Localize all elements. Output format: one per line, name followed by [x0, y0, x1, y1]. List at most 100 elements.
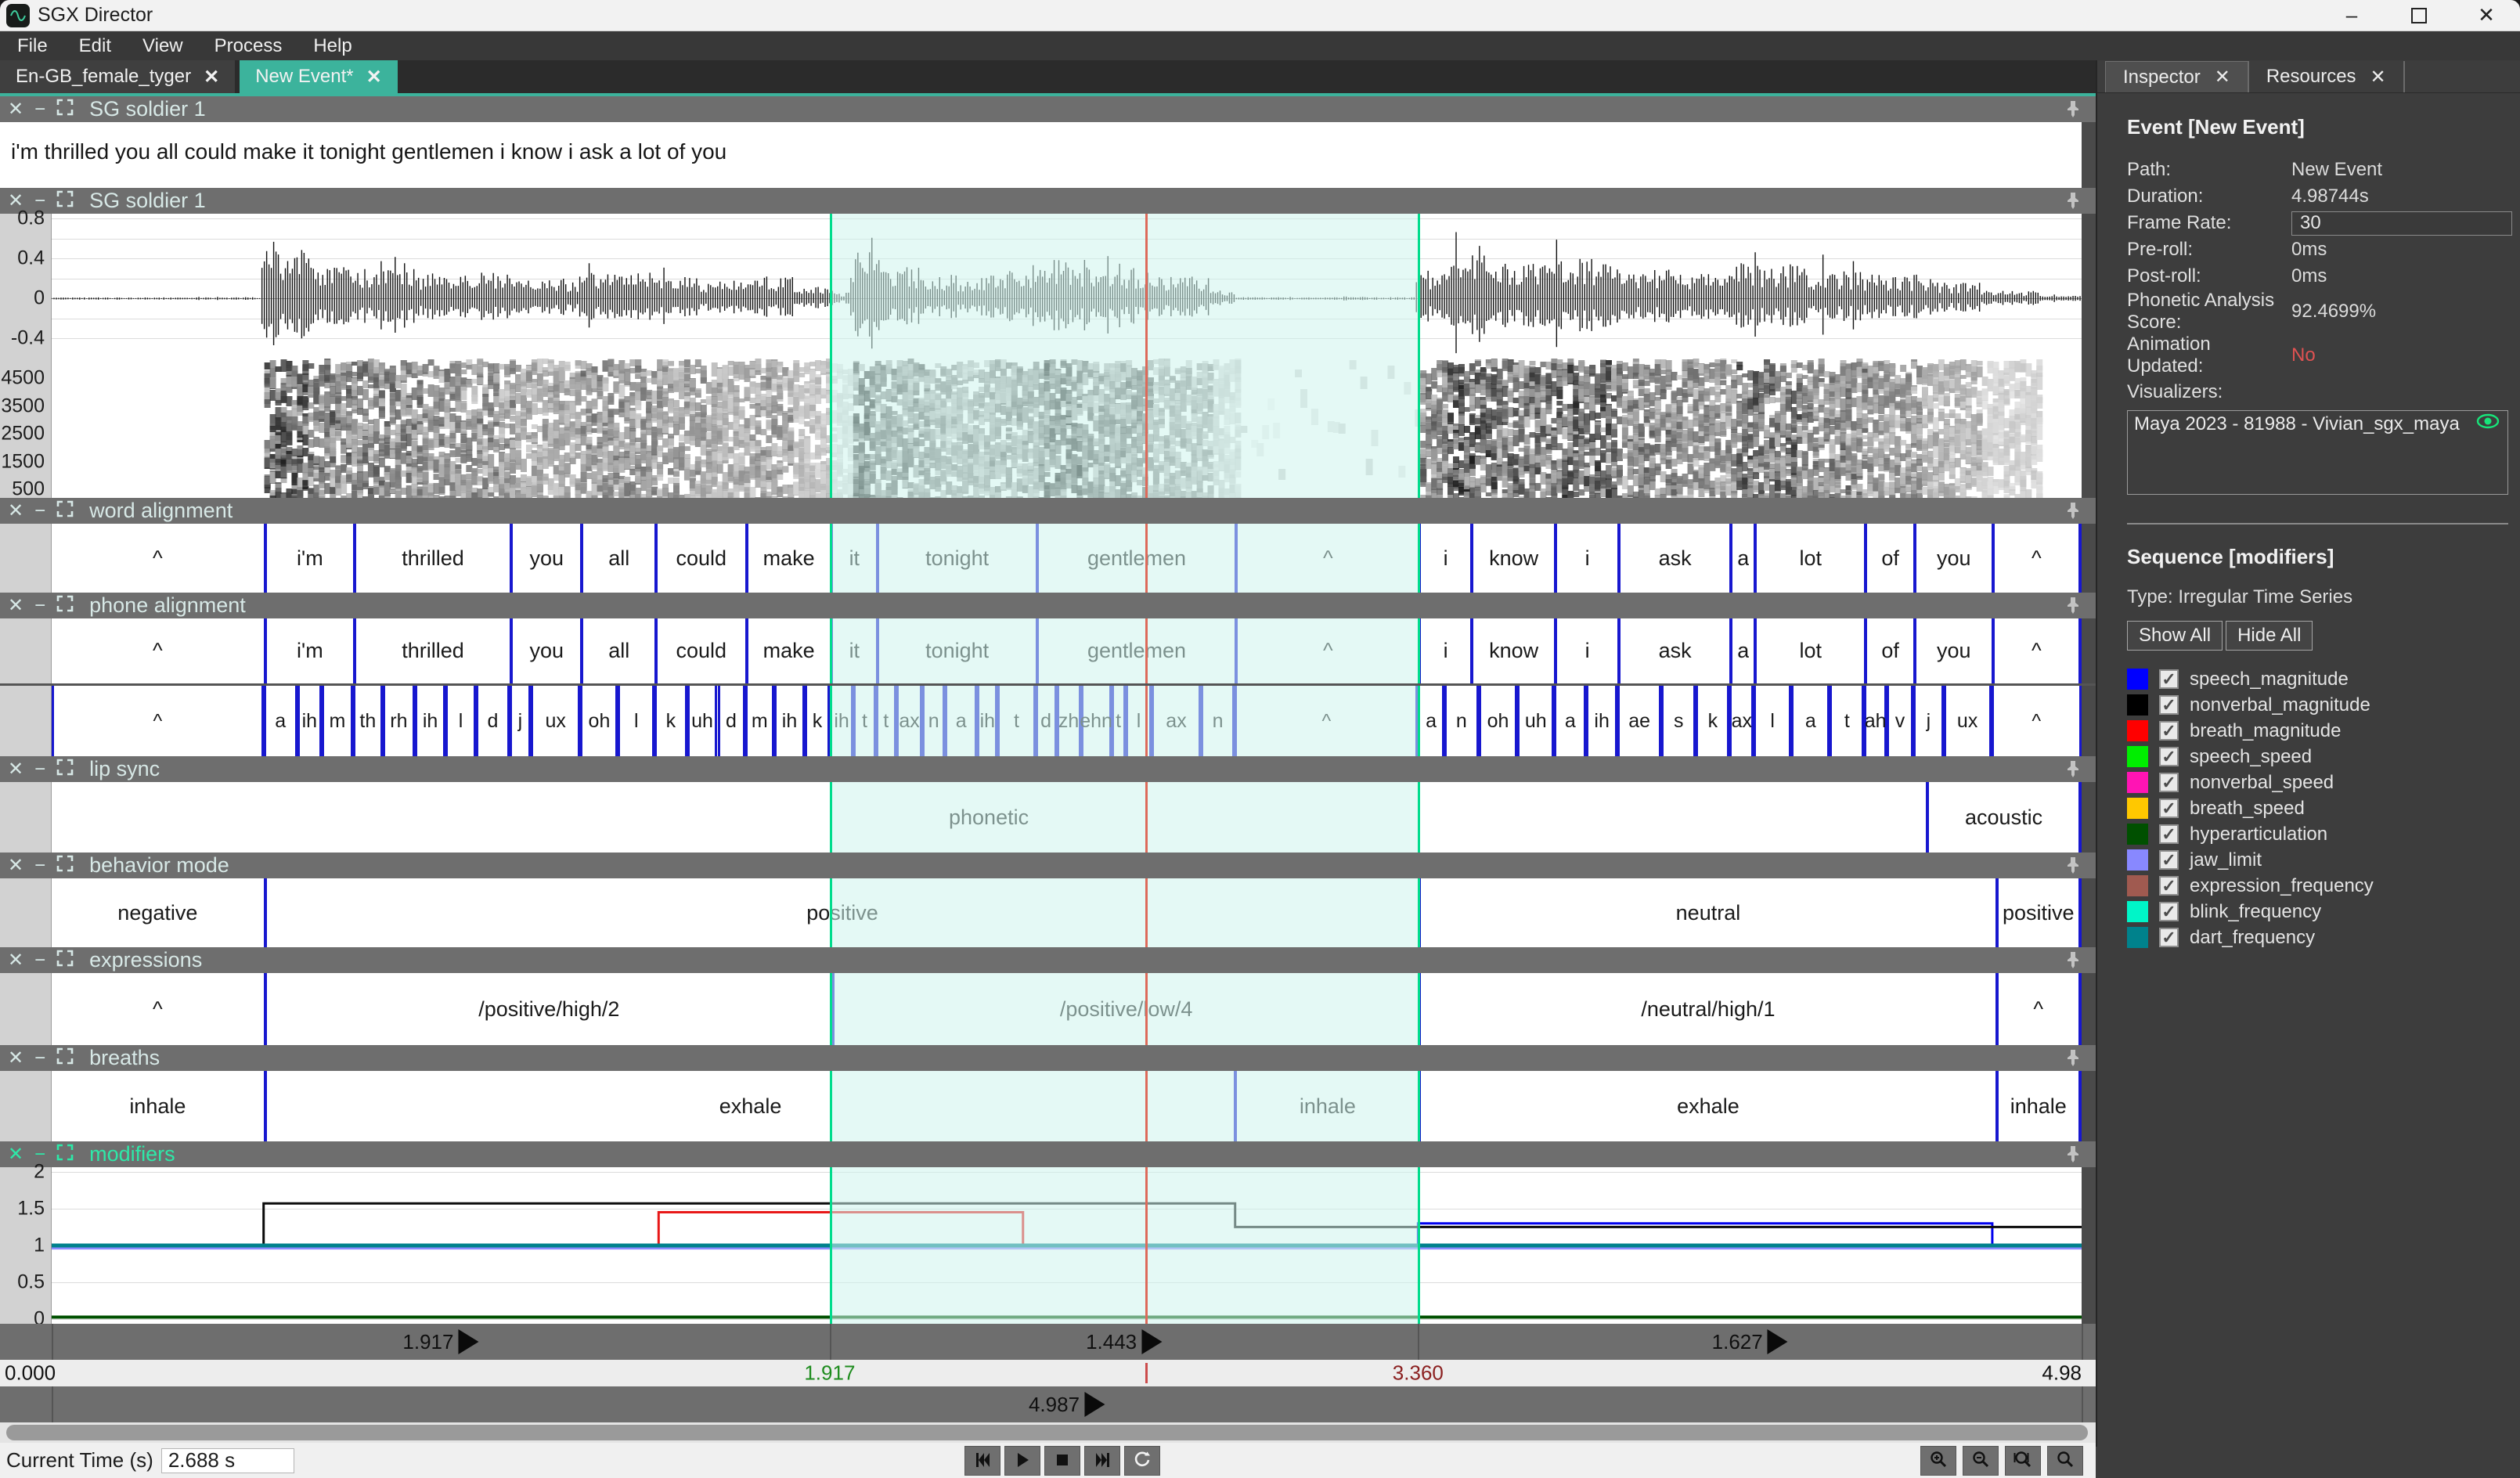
- word-alignment-content[interactable]: ^i'mthrilledyouallcouldmakeittonightgent…: [52, 524, 2082, 593]
- segment-cell[interactable]: exhale: [264, 1071, 1235, 1141]
- segment-cell[interactable]: negative: [52, 878, 264, 947]
- stop-button[interactable]: [1044, 1446, 1080, 1476]
- tab-new-event-[interactable]: New Event*✕: [240, 60, 398, 93]
- pin-icon[interactable]: [2063, 1048, 2083, 1072]
- segment-cell[interactable]: tonight: [876, 618, 1036, 683]
- total-ruler[interactable]: 4.987: [0, 1386, 2096, 1422]
- phone-cell[interactable]: ih: [977, 686, 997, 756]
- segment-cell[interactable]: positive: [264, 878, 1419, 947]
- expand-track-icon[interactable]: [56, 99, 74, 120]
- behavior-mode-content[interactable]: negativepositiveneutralpositive: [52, 878, 2082, 947]
- segment-cell[interactable]: you: [1913, 524, 1992, 593]
- segment-cell[interactable]: thrilled: [353, 524, 510, 593]
- minimize-button[interactable]: –: [2318, 0, 2385, 31]
- phone-cell[interactable]: ih: [1586, 686, 1617, 756]
- segment-cell[interactable]: i: [1554, 524, 1617, 593]
- expand-track-icon[interactable]: [56, 1047, 74, 1069]
- phone-cell[interactable]: oh: [580, 686, 618, 756]
- close-track-icon[interactable]: ✕: [8, 100, 23, 119]
- segment-duration-label[interactable]: 1.917: [402, 1329, 478, 1354]
- modifiers-content[interactable]: [52, 1167, 2082, 1324]
- phone-cell[interactable]: ax: [896, 686, 923, 756]
- segment-cell[interactable]: phonetic: [52, 782, 1926, 853]
- phone-cell[interactable]: l: [445, 686, 476, 756]
- phone-cell[interactable]: ux: [1944, 686, 1992, 756]
- lip-sync-content[interactable]: phoneticacoustic: [52, 782, 2082, 853]
- segment-cell[interactable]: gentlemen: [1036, 618, 1235, 683]
- pin-icon[interactable]: [2063, 501, 2083, 525]
- phone-cell[interactable]: t: [1830, 686, 1864, 756]
- phone-cell[interactable]: n: [1444, 686, 1479, 756]
- panel-tab-resources[interactable]: Resources✕: [2249, 61, 2405, 92]
- expand-track-icon[interactable]: [56, 855, 74, 876]
- phone-cell[interactable]: th: [353, 686, 383, 756]
- expressions-content[interactable]: ^/positive/high/2/positive/low/4/neutral…: [52, 973, 2082, 1045]
- segment-cell[interactable]: ask: [1617, 524, 1729, 593]
- segment-cell[interactable]: ^: [52, 618, 264, 683]
- skip-end-button[interactable]: [1084, 1446, 1120, 1476]
- segment-cell[interactable]: you: [510, 618, 580, 683]
- segment-cell[interactable]: i: [1554, 618, 1617, 683]
- segment-cell[interactable]: positive: [1995, 878, 2082, 947]
- phone-alignment-phones-content[interactable]: ^aihmthrhihldjuxohlkuhdmihkihttaxnaihtdz…: [52, 686, 2082, 756]
- phone-cell[interactable]: ^: [1235, 686, 1418, 756]
- skip-start-button[interactable]: [964, 1446, 1000, 1476]
- pin-icon[interactable]: [2063, 950, 2083, 975]
- segment-cell[interactable]: make: [745, 524, 830, 593]
- phone-cell[interactable]: a: [945, 686, 977, 756]
- phone-cell[interactable]: ^: [52, 686, 264, 756]
- modifier-checkbox[interactable]: ✓: [2159, 824, 2179, 844]
- hide-all-button[interactable]: Hide All: [2226, 621, 2313, 651]
- segment-cell[interactable]: i: [1418, 524, 1470, 593]
- segment-cell[interactable]: ^: [1992, 618, 2082, 683]
- menu-item-view[interactable]: View: [130, 35, 196, 57]
- phone-cell[interactable]: ^: [1992, 686, 2082, 756]
- phone-cell[interactable]: s: [1661, 686, 1696, 756]
- segment-ruler[interactable]: 1.9171.4431.627: [0, 1324, 2096, 1360]
- phone-cell[interactable]: t: [876, 686, 896, 756]
- segment-cell[interactable]: ^: [1235, 524, 1418, 593]
- segment-cell[interactable]: /neutral/high/1: [1418, 973, 1995, 1045]
- close-track-icon[interactable]: ✕: [8, 502, 23, 521]
- pin-icon[interactable]: [2063, 856, 2083, 880]
- phone-cell[interactable]: t: [997, 686, 1035, 756]
- menu-item-help[interactable]: Help: [301, 35, 364, 57]
- minimize-track-icon[interactable]: −: [34, 597, 45, 615]
- phone-cell[interactable]: t: [853, 686, 876, 756]
- segment-cell[interactable]: know: [1470, 618, 1554, 683]
- segment-cell[interactable]: ^: [1992, 524, 2082, 593]
- segment-cell[interactable]: ^: [52, 524, 264, 593]
- phone-cell[interactable]: n: [922, 686, 945, 756]
- zoom-selection-button[interactable]: [2005, 1446, 2041, 1476]
- play-segment-icon[interactable]: [1141, 1329, 1162, 1354]
- segment-cell[interactable]: you: [510, 524, 580, 593]
- total-duration-label[interactable]: 4.987: [1029, 1392, 1105, 1417]
- play-all-icon[interactable]: [1084, 1392, 1105, 1417]
- minimize-track-icon[interactable]: −: [34, 951, 45, 970]
- visualizer-row[interactable]: Maya 2023 - 81988 - Vivian_sgx_maya: [2128, 411, 2507, 435]
- segment-cell[interactable]: lot: [1754, 618, 1864, 683]
- minimize-track-icon[interactable]: −: [34, 856, 45, 875]
- close-button[interactable]: ✕: [2453, 0, 2520, 31]
- phone-cell[interactable]: ae: [1617, 686, 1661, 756]
- segment-cell[interactable]: all: [580, 618, 654, 683]
- show-all-button[interactable]: Show All: [2127, 621, 2223, 651]
- tab-en-gb_female_tyger[interactable]: En-GB_female_tyger✕: [0, 60, 235, 93]
- phone-cell[interactable]: j: [1913, 686, 1944, 756]
- tab-close-icon[interactable]: ✕: [204, 66, 219, 88]
- segment-cell[interactable]: make: [745, 618, 830, 683]
- pin-icon[interactable]: [2063, 1145, 2083, 1169]
- expand-track-icon[interactable]: [56, 1144, 74, 1165]
- modifier-checkbox[interactable]: ✓: [2159, 850, 2179, 870]
- phone-alignment-words-content[interactable]: ^i'mthrilledyouallcouldmakeittonightgent…: [52, 618, 2082, 683]
- segment-cell[interactable]: gentlemen: [1036, 524, 1235, 593]
- modifier-checkbox[interactable]: ✓: [2159, 695, 2179, 715]
- segment-cell[interactable]: you: [1913, 618, 1992, 683]
- phone-cell[interactable]: ih: [297, 686, 322, 756]
- modifier-checkbox[interactable]: ✓: [2159, 798, 2179, 818]
- phone-cell[interactable]: ax: [1152, 686, 1200, 756]
- segment-cell[interactable]: i: [1418, 618, 1470, 683]
- phone-cell[interactable]: ax: [1729, 686, 1754, 756]
- phone-cell[interactable]: ehn: [1081, 686, 1112, 756]
- segment-cell[interactable]: ^: [1235, 618, 1418, 683]
